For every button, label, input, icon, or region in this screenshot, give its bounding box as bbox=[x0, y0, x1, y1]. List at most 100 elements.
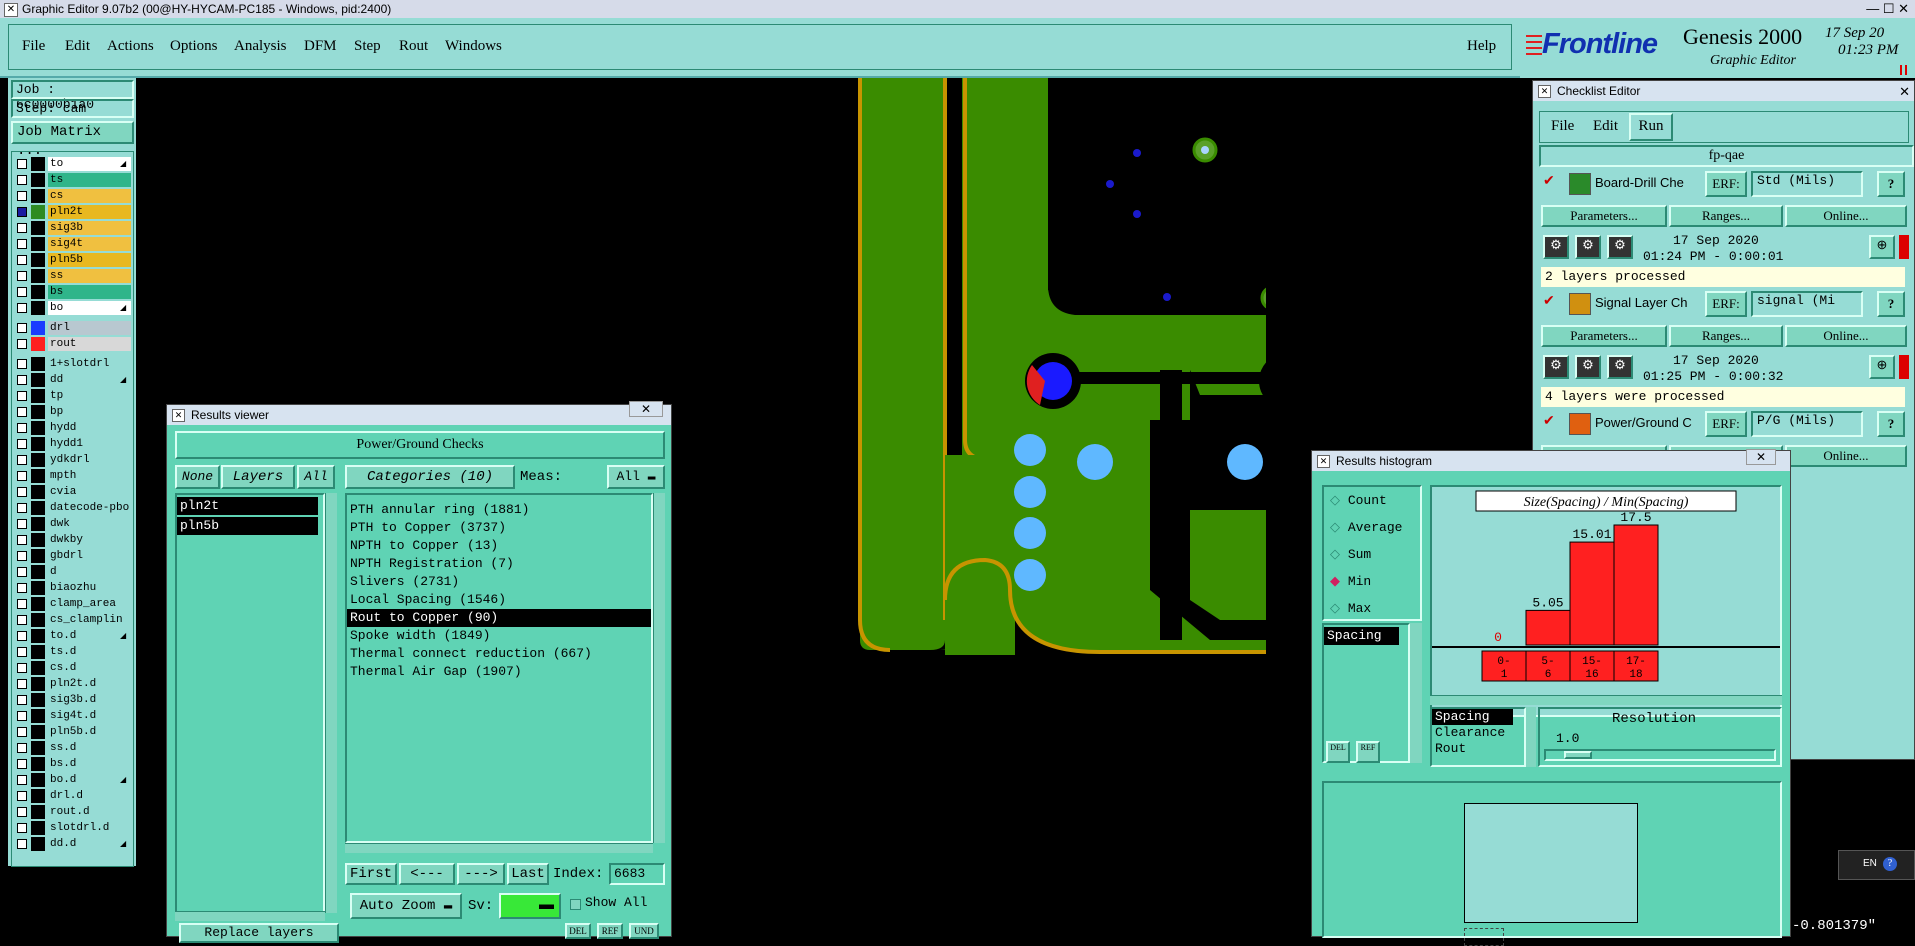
layer-row-sig4t[interactable]: sig4t bbox=[12, 237, 134, 251]
layer-checkbox[interactable] bbox=[17, 823, 27, 833]
layer-checkbox[interactable] bbox=[17, 339, 27, 349]
radio-icon[interactable]: ◇ bbox=[1330, 493, 1348, 508]
layer-color-swatch[interactable] bbox=[31, 237, 45, 251]
layer-name[interactable]: pln2t.d bbox=[48, 677, 131, 691]
erf-button[interactable]: ERF: bbox=[1705, 411, 1747, 437]
layer-color-swatch[interactable] bbox=[31, 629, 45, 643]
layer-row-gbdrl[interactable]: gbdrl bbox=[12, 549, 134, 563]
mode-count[interactable]: ◇ Count bbox=[1330, 493, 1387, 508]
layer-name[interactable]: datecode-pbo bbox=[48, 501, 131, 515]
erf-button[interactable]: ERF: bbox=[1705, 291, 1747, 317]
erf-value[interactable]: P/G (Mils) bbox=[1751, 411, 1863, 437]
layer-color-swatch[interactable] bbox=[31, 437, 45, 451]
layer-color-swatch[interactable] bbox=[31, 269, 45, 283]
layer-row-hydd[interactable]: hydd bbox=[12, 421, 134, 435]
layer-row-pln5b-d[interactable]: pln5b.d bbox=[12, 725, 134, 739]
run-icon[interactable]: ⚙ bbox=[1543, 235, 1569, 259]
layer-name[interactable]: bo.d bbox=[48, 773, 131, 787]
layer-name[interactable]: dd bbox=[48, 373, 131, 387]
menu-rout[interactable]: Rout bbox=[399, 38, 428, 55]
layer-color-swatch[interactable] bbox=[31, 485, 45, 499]
layer-name[interactable]: hydd1 bbox=[48, 437, 131, 451]
check-help-icon[interactable]: ? bbox=[1877, 411, 1905, 437]
close-icon[interactable]: ✕ bbox=[629, 401, 663, 417]
layer-checkbox[interactable] bbox=[17, 439, 27, 449]
show-all-checkbox[interactable] bbox=[570, 899, 581, 910]
layer-row-bs-d[interactable]: bs.d bbox=[12, 757, 134, 771]
layer-name[interactable]: clamp_area bbox=[48, 597, 131, 611]
layer-row-1-slotdrl[interactable]: 1+slotdrl bbox=[12, 357, 134, 371]
layer-checkbox[interactable] bbox=[17, 583, 27, 593]
layers-none-button[interactable]: None bbox=[175, 465, 220, 489]
layer-name[interactable]: drl bbox=[48, 321, 131, 335]
type-list-scrollbar[interactable] bbox=[1526, 707, 1536, 767]
slider-thumb[interactable] bbox=[1564, 751, 1592, 759]
layer-name[interactable]: sig4t.d bbox=[48, 709, 131, 723]
layer-pln5b[interactable]: pln5b bbox=[177, 517, 318, 535]
layer-name[interactable]: cvia bbox=[48, 485, 131, 499]
layer-row-to[interactable]: to ◢ bbox=[12, 157, 134, 171]
layer-row-ss[interactable]: ss bbox=[12, 269, 134, 283]
layer-color-swatch[interactable] bbox=[31, 189, 45, 203]
layer-color-swatch[interactable] bbox=[31, 645, 45, 659]
layers-hscrollbar[interactable] bbox=[175, 911, 325, 921]
ranges-button[interactable]: Ranges... bbox=[1669, 205, 1783, 227]
layer-checkbox[interactable] bbox=[17, 207, 27, 217]
layer-row-biaozhu[interactable]: biaozhu bbox=[12, 581, 134, 595]
layer-checkbox[interactable] bbox=[17, 487, 27, 497]
radio-icon[interactable]: ◇ bbox=[1330, 601, 1348, 616]
layer-row-clamp-area[interactable]: clamp_area bbox=[12, 597, 134, 611]
layer-checkbox[interactable] bbox=[17, 551, 27, 561]
layer-row-bs[interactable]: bs bbox=[12, 285, 134, 299]
index-input[interactable]: 6683 bbox=[609, 863, 665, 885]
layer-name[interactable]: mpth bbox=[48, 469, 131, 483]
checklist-menu-run[interactable]: Run bbox=[1629, 113, 1673, 141]
layer-name[interactable]: ts.d bbox=[48, 645, 131, 659]
layer-color-swatch[interactable] bbox=[31, 469, 45, 483]
mode-min[interactable]: ◆ Min bbox=[1330, 574, 1371, 589]
layer-name[interactable]: gbdrl bbox=[48, 549, 131, 563]
layer-row-bp[interactable]: bp bbox=[12, 405, 134, 419]
layer-color-swatch[interactable] bbox=[31, 421, 45, 435]
layer-row-ts[interactable]: ts bbox=[12, 173, 134, 187]
window-controls[interactable]: — ☐ ✕ bbox=[1827, 0, 1915, 18]
type-clearance[interactable]: Clearance bbox=[1432, 725, 1524, 741]
layer-color-swatch[interactable] bbox=[31, 789, 45, 803]
layer-color-swatch[interactable] bbox=[31, 581, 45, 595]
layer-color-swatch[interactable] bbox=[31, 205, 45, 219]
layer-name[interactable]: dwkby bbox=[48, 533, 131, 547]
online-button[interactable]: Online... bbox=[1785, 445, 1907, 467]
menu-actions[interactable]: Actions bbox=[107, 38, 154, 55]
layer-checkbox[interactable] bbox=[17, 287, 27, 297]
layers-all-button[interactable]: All bbox=[297, 465, 335, 489]
layer-row-dd-d[interactable]: dd.d ◢ bbox=[12, 837, 134, 851]
check-name[interactable]: Signal Layer Ch bbox=[1595, 295, 1688, 310]
layer-color-swatch[interactable] bbox=[31, 173, 45, 187]
layer-name[interactable]: pln5b bbox=[48, 253, 131, 267]
layer-row-ydkdrl[interactable]: ydkdrl bbox=[12, 453, 134, 467]
layer-checkbox[interactable] bbox=[17, 807, 27, 817]
layer-name[interactable]: cs_clamplin bbox=[48, 613, 131, 627]
meas-dropdown[interactable]: All ▬ bbox=[607, 465, 665, 489]
layer-color-swatch[interactable] bbox=[31, 221, 45, 235]
layer-checkbox[interactable] bbox=[17, 191, 27, 201]
first-button[interactable]: First bbox=[345, 863, 397, 885]
layer-color-swatch[interactable] bbox=[31, 373, 45, 387]
layer-name[interactable]: cs bbox=[48, 189, 131, 203]
histogram-del-button[interactable]: DEL bbox=[1326, 741, 1350, 763]
radio-icon[interactable]: ◆ bbox=[1330, 574, 1348, 589]
layer-checkbox[interactable] bbox=[17, 303, 27, 313]
parameters-button[interactable]: Parameters... bbox=[1541, 205, 1667, 227]
layer-row-slotdrl-d[interactable]: slotdrl.d bbox=[12, 821, 134, 835]
layer-row-dwkby[interactable]: dwkby bbox=[12, 533, 134, 547]
layer-name[interactable]: tp bbox=[48, 389, 131, 403]
layer-name[interactable]: to bbox=[48, 157, 131, 171]
layer-name[interactable]: pln2t bbox=[48, 205, 131, 219]
layer-row-mpth[interactable]: mpth bbox=[12, 469, 134, 483]
layer-checkbox[interactable] bbox=[17, 775, 27, 785]
layer-row-dd[interactable]: dd ◢ bbox=[12, 373, 134, 387]
layer-checkbox[interactable] bbox=[17, 759, 27, 769]
check-enabled-icon[interactable]: ✔ bbox=[1543, 173, 1555, 190]
layer-color-swatch[interactable] bbox=[31, 805, 45, 819]
layer-color-swatch[interactable] bbox=[31, 549, 45, 563]
